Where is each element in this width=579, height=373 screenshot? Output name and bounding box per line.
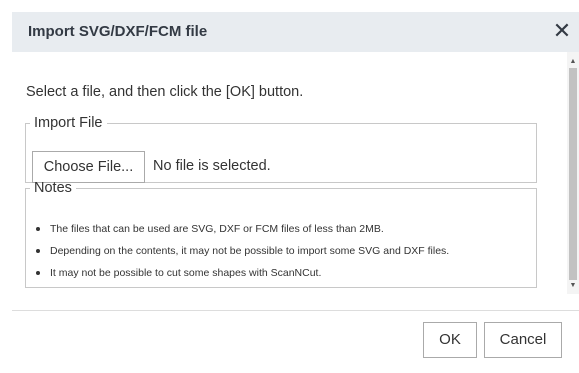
ok-button[interactable]: OK (423, 322, 477, 358)
chevron-up-icon[interactable]: ▲ (567, 56, 579, 68)
file-status-text: No file is selected. (153, 158, 271, 174)
list-item: Depending on the contents, it may not be… (35, 240, 449, 262)
close-icon[interactable]: ✕ (551, 20, 573, 42)
vertical-scrollbar[interactable]: ▲ ▼ (567, 52, 579, 294)
notes-group: Notes The files that can be used are SVG… (25, 180, 537, 288)
dialog-title: Import SVG/DXF/FCM file (28, 23, 208, 40)
notes-legend: Notes (34, 180, 72, 196)
chevron-down-icon[interactable]: ▼ (567, 280, 579, 292)
import-file-legend: Import File (34, 115, 103, 131)
footer-divider (12, 310, 579, 311)
dialog-content: Select a file, and then click the [OK] b… (12, 52, 567, 294)
list-item: It may not be possible to cut some shape… (35, 262, 449, 284)
import-file-group: Import File Choose File... No file is se… (25, 115, 537, 183)
instruction-text: Select a file, and then click the [OK] b… (26, 84, 304, 100)
notes-list: The files that can be used are SVG, DXF … (26, 218, 449, 284)
cancel-button[interactable]: Cancel (484, 322, 562, 358)
choose-file-button[interactable]: Choose File... (32, 151, 145, 183)
import-dialog: Import SVG/DXF/FCM file ✕ Select a file,… (0, 0, 579, 373)
scrollbar-thumb[interactable] (569, 68, 577, 280)
list-item: The files that can be used are SVG, DXF … (35, 218, 449, 240)
dialog-titlebar: Import SVG/DXF/FCM file ✕ (12, 12, 579, 52)
